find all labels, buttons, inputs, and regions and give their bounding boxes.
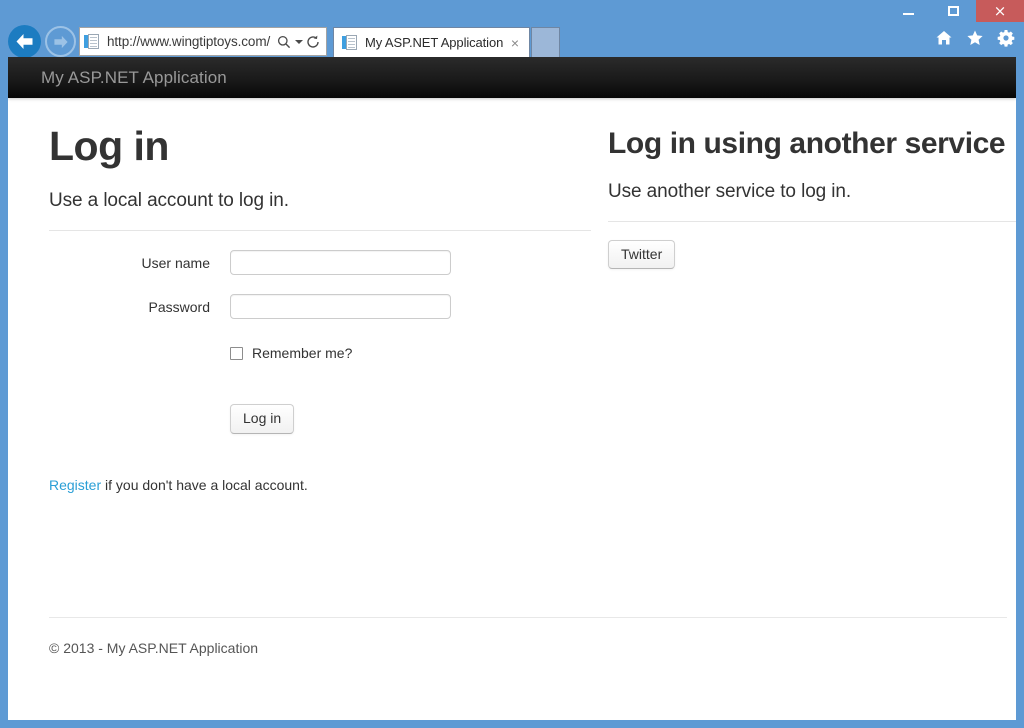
page-container: Log in Use a local account to log in. Us… bbox=[8, 98, 1016, 656]
user-name-label: User name bbox=[141, 254, 210, 271]
log-in-button[interactable]: Log in bbox=[230, 404, 295, 434]
remember-me-row: Remember me? bbox=[49, 345, 591, 361]
footer-divider bbox=[49, 617, 1007, 618]
page-footer: © 2013 - My ASP.NET Application bbox=[49, 617, 1016, 656]
site-brand[interactable]: My ASP.NET Application bbox=[8, 68, 227, 88]
favorites-star-icon[interactable] bbox=[965, 28, 985, 48]
copyright-text: © 2013 - My ASP.NET Application bbox=[49, 640, 259, 656]
back-button[interactable] bbox=[8, 25, 41, 58]
browser-toolbar-icons bbox=[934, 28, 1016, 48]
form-row-password: Password bbox=[49, 294, 591, 320]
external-login-title: Log in using another service bbox=[608, 127, 1006, 160]
divider bbox=[49, 230, 591, 232]
tab-strip: My ASP.NET Application × bbox=[333, 27, 560, 57]
tab-close-icon[interactable]: × bbox=[507, 36, 523, 50]
password-label: Password bbox=[148, 298, 210, 315]
refresh-icon[interactable] bbox=[304, 35, 322, 49]
browser-titlebar: × http://www.wingtiptoys.com/ My ASP.NET… bbox=[0, 0, 1024, 58]
nav-arrows bbox=[8, 25, 76, 58]
browser-tab[interactable]: My ASP.NET Application × bbox=[333, 27, 530, 57]
external-login-column: Log in using another service Use another… bbox=[608, 98, 1016, 270]
form-row-user-name: User name bbox=[49, 250, 591, 276]
provider-button-row: Twitter bbox=[608, 239, 1016, 270]
register-rest-text: if you don't have a local account. bbox=[101, 476, 308, 493]
submit-row: Log in bbox=[49, 404, 591, 434]
user-name-input[interactable] bbox=[230, 250, 451, 276]
close-button[interactable]: × bbox=[976, 0, 1024, 22]
browser-window: × http://www.wingtiptoys.com/ My ASP.NET… bbox=[0, 0, 1024, 728]
remember-me-checkbox[interactable] bbox=[230, 346, 243, 360]
back-arrow-icon bbox=[16, 34, 33, 49]
minimize-icon bbox=[903, 13, 914, 15]
forward-button[interactable] bbox=[45, 26, 76, 57]
chevron-down-icon[interactable] bbox=[293, 39, 304, 45]
external-login-subtitle: Use another service to log in. bbox=[608, 180, 852, 202]
settings-gear-icon[interactable] bbox=[996, 28, 1016, 48]
maximize-button[interactable] bbox=[931, 0, 976, 22]
minimize-button[interactable] bbox=[886, 0, 931, 22]
page-icon bbox=[83, 33, 101, 51]
register-line: Register if you don't have a local accou… bbox=[49, 477, 591, 493]
twitter-login-button[interactable]: Twitter bbox=[608, 239, 676, 270]
page-icon bbox=[341, 34, 358, 51]
site-navbar: My ASP.NET Application bbox=[8, 57, 1016, 98]
local-login-column: Log in Use a local account to log in. Us… bbox=[49, 98, 591, 493]
remember-me-label[interactable]: Remember me? bbox=[243, 345, 352, 361]
close-icon: × bbox=[993, 1, 1007, 20]
divider bbox=[608, 220, 1016, 222]
home-icon[interactable] bbox=[934, 28, 954, 48]
new-tab-button[interactable] bbox=[531, 27, 560, 57]
local-login-subtitle: Use a local account to log in. bbox=[49, 190, 289, 212]
register-link[interactable]: Register bbox=[49, 477, 101, 493]
address-input[interactable]: http://www.wingtiptoys.com/ bbox=[101, 34, 275, 49]
address-bar[interactable]: http://www.wingtiptoys.com/ bbox=[79, 27, 327, 56]
search-icon[interactable] bbox=[275, 35, 293, 49]
forward-arrow-icon bbox=[53, 35, 68, 48]
tab-title: My ASP.NET Application bbox=[365, 35, 504, 50]
content-row: Log in Use a local account to log in. Us… bbox=[49, 98, 1016, 568]
maximize-icon bbox=[948, 6, 959, 16]
password-input[interactable] bbox=[230, 294, 451, 320]
window-controls: × bbox=[886, 0, 1024, 22]
browser-viewport: My ASP.NET Application Log in Use a loca… bbox=[8, 57, 1016, 720]
page-title: Log in bbox=[49, 123, 169, 169]
